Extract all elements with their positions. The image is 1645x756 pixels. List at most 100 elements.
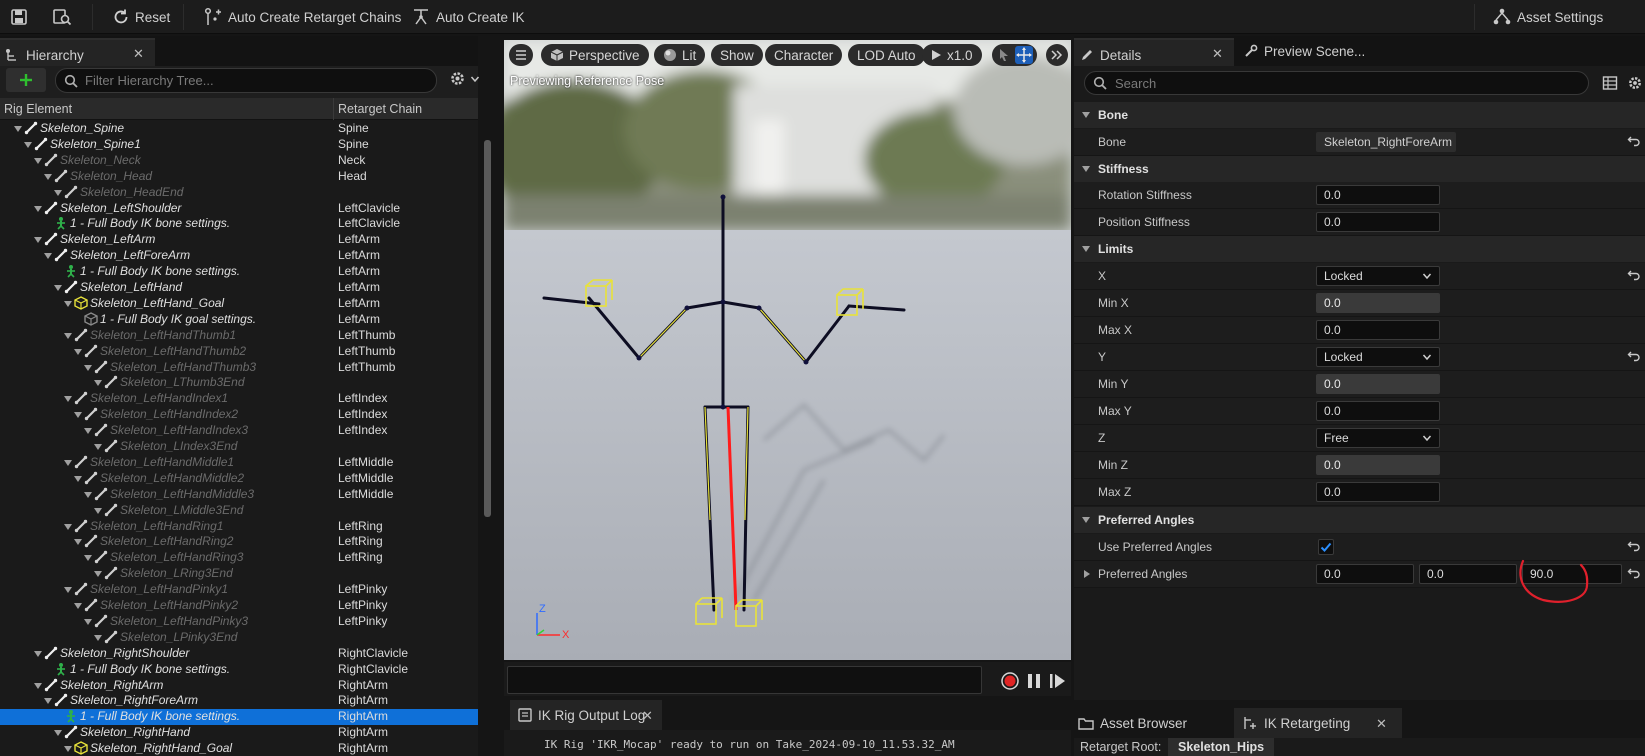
tree-row[interactable]: Skeleton_Spine1 Spine [0,137,478,153]
hierarchy-settings-button[interactable] [449,70,480,87]
expand-arrow-icon[interactable] [84,428,92,435]
more-tools-button[interactable] [1046,44,1068,66]
tree-row[interactable]: Skeleton_RightHand RightArm [0,725,478,741]
tree-row[interactable]: Skeleton_LeftShoulder LeftClavicle [0,201,478,217]
auto-create-ik-button[interactable]: Auto Create IK [411,3,525,31]
tree-row[interactable]: Skeleton_LeftHand_Goal LeftArm [0,296,478,312]
max-z-input[interactable]: 0.0 [1316,482,1440,502]
tree-row[interactable]: Skeleton_LPinky3End [0,630,478,646]
tab-ik-rig-output-log[interactable]: IK Rig Output Log [510,700,662,730]
tree-row[interactable]: Skeleton_LeftHandMiddle3 LeftMiddle [0,487,478,503]
lit-button[interactable]: Lit [654,44,706,66]
use-preferred-angles-checkbox[interactable] [1318,539,1334,555]
expand-arrow-icon[interactable] [54,730,62,737]
browse-asset-icon[interactable] [52,3,72,31]
tree-row[interactable]: Skeleton_LeftHandPinky3 LeftPinky [0,614,478,630]
y-limit-dropdown[interactable]: Locked [1316,347,1440,367]
tab-details[interactable]: Details ✕ [1074,38,1234,66]
expand-arrow-icon[interactable] [54,189,62,196]
preferred-angle-y-input[interactable]: 0.0 [1419,564,1517,584]
pause-button[interactable] [1027,673,1041,689]
timeline-scrub-bar[interactable] [507,666,982,694]
tree-row[interactable]: Skeleton_LMiddle3End [0,503,478,519]
tree-row[interactable]: 1 - Full Body IK bone settings. LeftArm [0,264,478,280]
expand-arrow-icon[interactable] [64,300,72,307]
tree-row[interactable]: Skeleton_LIndex3End [0,439,478,455]
expand-arrow-icon[interactable] [74,412,82,419]
tree-row[interactable]: Skeleton_LeftHandMiddle1 LeftMiddle [0,455,478,471]
tree-row[interactable]: Skeleton_Head Head [0,169,478,185]
tree-row[interactable]: 1 - Full Body IK bone settings. RightArm [0,709,478,726]
column-rig-element[interactable]: Rig Element [4,102,72,116]
expand-arrow-icon[interactable] [24,141,32,148]
reset-to-default-icon[interactable] [1627,133,1641,147]
expand-arrow-icon[interactable] [34,237,42,244]
expand-arrow-icon[interactable] [34,650,42,657]
expand-arrow-icon[interactable] [44,253,52,260]
lod-button[interactable]: LOD Auto [848,44,925,66]
expand-arrow-icon[interactable] [84,491,92,498]
close-icon[interactable]: ✕ [1376,716,1387,732]
expand-arrow-icon[interactable] [44,698,52,705]
tree-row[interactable]: Skeleton_LeftArm LeftArm [0,232,478,248]
reset-button[interactable]: Reset [112,3,170,31]
tab-hierarchy[interactable]: Hierarchy ✕ [0,38,155,66]
expand-arrow-icon[interactable] [94,571,102,578]
tree-row[interactable]: Skeleton_LeftHandRing3 LeftRing [0,550,478,566]
tree-row[interactable]: Skeleton_RightArm RightArm [0,678,478,694]
viewport[interactable]: Z X [504,40,1071,660]
tree-row[interactable]: 1 - Full Body IK bone settings. RightClav… [0,662,478,678]
reset-to-default-icon[interactable] [1627,348,1641,362]
x-limit-dropdown[interactable]: Locked [1316,266,1440,286]
expand-arrow-icon[interactable] [94,380,102,387]
expand-arrow-icon[interactable] [74,475,82,482]
z-limit-dropdown[interactable]: Free [1316,428,1440,448]
expand-arrow-icon[interactable] [14,126,22,132]
tab-preview-scene[interactable]: Preview Scene... [1244,36,1365,66]
tree-row[interactable]: Skeleton_LeftHandRing1 LeftRing [0,519,478,535]
tree-row[interactable]: Skeleton_Spine Spine [0,121,478,137]
expand-arrow-icon[interactable] [64,396,72,403]
tree-row[interactable]: Skeleton_LeftForeArm LeftArm [0,248,478,264]
expand-arrow-icon[interactable] [44,173,52,180]
translate-icon[interactable] [1015,46,1033,64]
column-retarget-chain[interactable]: Retarget Chain [338,102,422,116]
step-forward-button[interactable] [1049,673,1067,689]
tree-row[interactable]: 1 - Full Body IK bone settings. LeftClavi… [0,216,478,232]
details-search-input[interactable]: Search [1084,71,1589,95]
category-preferred-angles[interactable]: Preferred Angles [1074,507,1645,533]
category-bone[interactable]: Bone [1074,102,1645,128]
expand-arrow-icon[interactable] [64,332,72,339]
reset-to-default-icon[interactable] [1627,267,1641,281]
asset-settings-button[interactable]: Asset Settings [1492,3,1603,31]
expand-arrow-icon[interactable] [84,555,92,562]
position-stiffness-input[interactable]: 0.0 [1316,212,1440,232]
filter-hierarchy-input[interactable]: Filter Hierarchy Tree... [55,68,437,93]
select-arrow-icon[interactable] [996,47,1012,63]
tree-row[interactable]: Skeleton_LeftHandThumb3 LeftThumb [0,360,478,376]
expand-arrow-icon[interactable] [94,634,102,641]
expand-arrow-icon[interactable] [94,444,102,450]
tree-row[interactable]: Skeleton_RightShoulder RightClavicle [0,646,478,662]
tree-row[interactable]: Skeleton_LeftHandMiddle2 LeftMiddle [0,471,478,487]
tree-row[interactable]: Skeleton_LeftHandIndex1 LeftIndex [0,391,478,407]
preferred-angle-x-input[interactable]: 0.0 [1316,564,1414,584]
tree-row[interactable]: Skeleton_RightHand_Goal RightArm [0,741,478,756]
expand-arrow-icon[interactable] [84,618,92,625]
table-view-icon[interactable] [1602,75,1618,91]
tree-row[interactable]: Skeleton_LeftHandThumb2 LeftThumb [0,344,478,360]
expand-arrow-icon[interactable] [74,348,82,355]
expand-arrow-icon[interactable] [1084,570,1090,578]
close-icon[interactable]: ✕ [133,46,144,62]
tree-row[interactable]: Skeleton_LeftHandThumb1 LeftThumb [0,328,478,344]
character-button[interactable]: Character [765,44,843,66]
expand-arrow-icon[interactable] [34,205,42,212]
expand-arrow-icon[interactable] [94,507,102,514]
category-stiffness[interactable]: Stiffness [1074,156,1645,182]
tree-row[interactable]: Skeleton_LRing3End [0,566,478,582]
tree-row[interactable]: Skeleton_HeadEnd [0,185,478,201]
tree-row[interactable]: Skeleton_LeftHandPinky2 LeftPinky [0,598,478,614]
tree-row[interactable]: Skeleton_LeftHandIndex3 LeftIndex [0,423,478,439]
tree-row[interactable]: Skeleton_LeftHandRing2 LeftRing [0,534,478,550]
auto-create-retarget-chains-button[interactable]: Auto Create Retarget Chains [203,3,401,31]
